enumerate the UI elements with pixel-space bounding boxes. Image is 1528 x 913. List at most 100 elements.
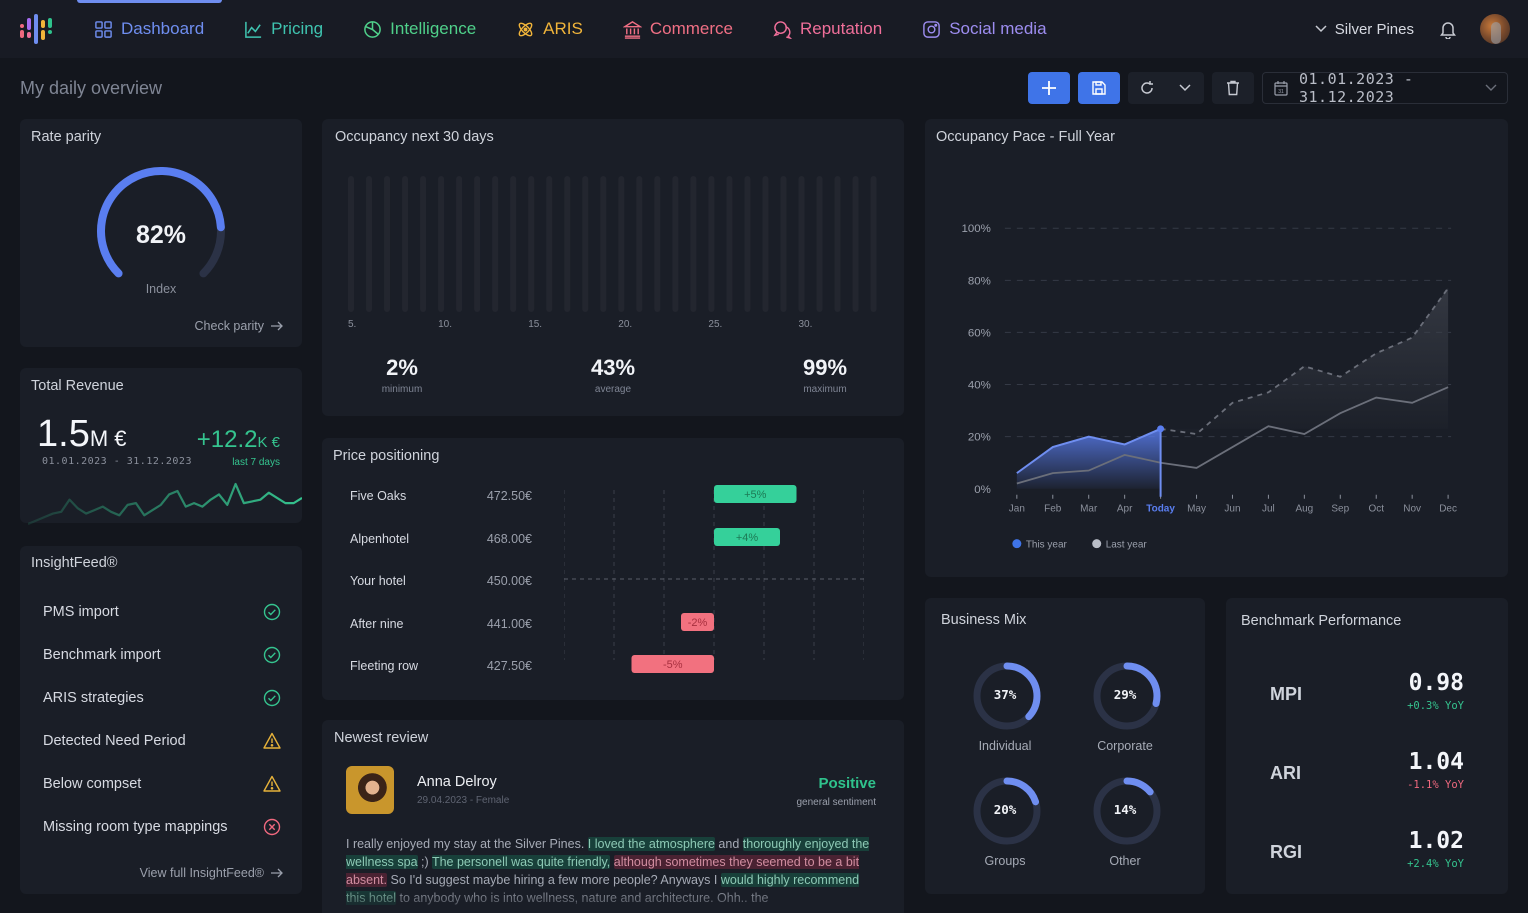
- card-title: Total Revenue: [31, 378, 124, 394]
- arrow-right-icon: [271, 868, 283, 878]
- check-parity-link[interactable]: Check parity: [195, 319, 284, 333]
- refresh-icon: [1141, 81, 1153, 94]
- donut-label: Corporate: [1097, 739, 1153, 753]
- legend-marker: [1092, 539, 1102, 549]
- nav-commerce[interactable]: Commerce: [622, 19, 733, 39]
- business-mix-donut[interactable]: 37% Individual: [965, 660, 1045, 753]
- occupancy-pace-card: Occupancy Pace - Full Year 0% 20% 40% 60% 80…: [925, 119, 1508, 577]
- insightfeed-item-label: Benchmark import: [43, 646, 161, 663]
- benchmark-row[interactable]: ARI 1.04 -1.1% YoY: [1270, 749, 1464, 809]
- nav-intelligence[interactable]: Intelligence: [363, 19, 476, 39]
- card-title: Benchmark Performance: [1241, 613, 1402, 629]
- view-insightfeed-link[interactable]: View full InsightFeed®: [140, 866, 284, 880]
- card-title: Business Mix: [941, 612, 1027, 628]
- x-tick-label: 10.: [438, 319, 452, 330]
- nav-label: ARIS: [543, 19, 583, 38]
- app-logo-icon[interactable]: [18, 12, 52, 46]
- nav-reputation[interactable]: Reputation: [773, 19, 882, 39]
- benchmark-row[interactable]: MPI 0.98 +0.3% YoY: [1270, 670, 1464, 730]
- benchmark-delta: +2.4% YoY: [1407, 858, 1464, 870]
- save-button[interactable]: [1078, 72, 1120, 104]
- check-circle-icon: [263, 646, 281, 663]
- add-widget-button[interactable]: [1028, 72, 1070, 104]
- business-mix-donut[interactable]: 20% Groups: [965, 775, 1045, 868]
- competitor-name: After nine: [350, 617, 404, 631]
- benchmark-name: RGI: [1270, 842, 1303, 862]
- today-point[interactable]: [1157, 425, 1165, 433]
- nav-social-media[interactable]: Social media: [922, 19, 1047, 39]
- card-title: Price positioning: [333, 448, 440, 464]
- property-selector[interactable]: Silver Pines: [1315, 21, 1414, 38]
- card-title: InsightFeed®: [31, 555, 118, 571]
- insightfeed-item[interactable]: PMS import: [43, 590, 281, 633]
- refresh-group: [1128, 72, 1204, 104]
- trash-icon: [1227, 80, 1239, 96]
- nav-aris[interactable]: ARIS: [516, 19, 583, 39]
- nav-pricing[interactable]: Pricing: [244, 19, 323, 39]
- y-tick-label: 20%: [968, 432, 991, 444]
- check-circle-icon: [263, 689, 281, 706]
- benchmark-value: 0.98: [1408, 670, 1464, 696]
- insightfeed-item[interactable]: Benchmark import: [43, 633, 281, 676]
- stat-label: average: [594, 384, 632, 395]
- competitor-name: Alpenhotel: [350, 532, 410, 546]
- nav-label: Dashboard: [121, 19, 205, 38]
- price-row: Five Oaks 472.50€: [350, 486, 890, 506]
- sparkline-path: [28, 482, 302, 526]
- x-tick-label: Nov: [1403, 504, 1421, 515]
- positive-highlight[interactable]: The personell was quite friendly,: [431, 855, 611, 869]
- price-positioning-card: Price positioning +5% +4% -2% -5% Five Oaks…: [322, 438, 904, 700]
- insightfeed-item-label: Missing room type mappings: [43, 818, 228, 835]
- insightfeed-item[interactable]: Detected Need Period: [43, 719, 281, 762]
- donut-value: 14%: [1113, 802, 1137, 817]
- user-avatar[interactable]: [1480, 14, 1510, 44]
- insightfeed-item-label: PMS import: [43, 603, 119, 620]
- stat-value: 43%: [590, 355, 636, 380]
- card-title: Occupancy next 30 days: [335, 129, 494, 145]
- competitor-name: Your hotel: [350, 574, 406, 588]
- insightfeed-item[interactable]: Below compset: [43, 762, 281, 805]
- insightfeed-item[interactable]: ARIS strategies: [43, 676, 281, 719]
- y-tick-label: 0%: [974, 484, 991, 496]
- business-mix-card: Business Mix 37% Individual 29% Corporate 20…: [925, 598, 1205, 894]
- reviewer-photo[interactable]: [346, 766, 394, 814]
- nav-label: Commerce: [649, 19, 733, 38]
- refresh-options-button[interactable]: [1166, 72, 1204, 104]
- nav-dashboard[interactable]: Dashboard: [94, 19, 204, 39]
- line-chart-icon: [245, 21, 262, 38]
- arrow-right-icon: [271, 321, 283, 331]
- benchmark-name: MPI: [1270, 684, 1303, 704]
- business-mix-donut[interactable]: 14% Other: [1085, 775, 1165, 868]
- price-row: Alpenhotel 468.00€: [350, 529, 890, 549]
- pie-chart-icon: [364, 20, 382, 38]
- insightfeed-item[interactable]: Missing room type mappings: [43, 805, 281, 848]
- y-tick-label: 80%: [968, 275, 991, 287]
- delete-button[interactable]: [1212, 72, 1254, 104]
- x-tick-label: Mar: [1080, 504, 1098, 515]
- review-text-segment: I really enjoyed my stay at the Silver P…: [346, 837, 588, 851]
- date-range-picker[interactable]: 31 01.01.2023 - 31.12.2023: [1262, 70, 1508, 106]
- refresh-button[interactable]: [1128, 72, 1166, 104]
- user-area: Silver Pines: [1315, 0, 1510, 58]
- link-label: View full InsightFeed®: [139, 866, 264, 880]
- price-row: Fleeting row 427.50€: [350, 656, 890, 676]
- x-tick-label: 30.: [799, 319, 813, 330]
- gauge-label: Index: [145, 282, 177, 296]
- x-tick-label: May: [1187, 504, 1206, 515]
- save-icon: [1092, 81, 1106, 95]
- price-row: After nine 441.00€: [350, 614, 890, 634]
- benchmark-row[interactable]: RGI 1.02 +2.4% YoY: [1270, 828, 1464, 888]
- grid-icon: [95, 20, 112, 38]
- donut-value: 29%: [1113, 687, 1137, 702]
- top-navigation-bar: Dashboard Pricing Intelligence ARIS Comm…: [0, 0, 1528, 58]
- revenue-delta-label: last 7 days: [232, 457, 280, 468]
- x-tick-label: 15.: [528, 319, 542, 330]
- business-mix-donut[interactable]: 29% Corporate: [1085, 660, 1165, 753]
- chevron-down-icon: [1315, 25, 1327, 33]
- warning-triangle-icon: [263, 775, 281, 792]
- property-name: Silver Pines: [1334, 20, 1414, 38]
- positive-highlight[interactable]: I loved the atmosphere: [587, 837, 715, 851]
- insightfeed-list: PMS import Benchmark import ARIS strategie…: [43, 590, 281, 848]
- newest-review-card: Newest review Anna Delroy 29.04.2023 - F…: [322, 720, 904, 913]
- notification-bell-icon[interactable]: [1438, 19, 1458, 39]
